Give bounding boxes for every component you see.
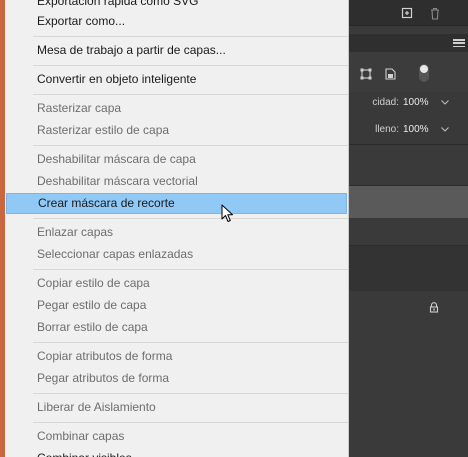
trash-icon[interactable] xyxy=(428,6,442,20)
menu-item-copiar-atributos-forma[interactable]: Copiar atributos de forma xyxy=(5,346,348,367)
layer-row-selected[interactable] xyxy=(349,186,468,218)
fill-label: lleno: xyxy=(375,123,399,135)
panel-toolbar xyxy=(349,0,468,26)
menu-item-combinar-capas[interactable]: Combinar capas xyxy=(5,426,348,447)
menu-separator xyxy=(33,218,348,219)
new-layer-icon[interactable] xyxy=(400,6,414,20)
menu-item-combinar-visibles[interactable]: Combinar visibles xyxy=(5,448,348,457)
menu-item-copiar-estilo-capa[interactable]: Copiar estilo de capa xyxy=(5,273,348,294)
menu-item-pegar-atributos-forma[interactable]: Pegar atributos de forma xyxy=(5,368,348,389)
lock-position-icon[interactable] xyxy=(359,67,373,81)
lock-artboard-icon[interactable] xyxy=(383,67,397,81)
menu-item-deshabilitar-mascara-capa[interactable]: Deshabilitar máscara de capa xyxy=(5,149,348,170)
menu-separator xyxy=(33,393,348,394)
menu-separator xyxy=(33,269,348,270)
fill-field[interactable]: lleno: 100% xyxy=(349,118,468,140)
menu-item-convertir-objeto-inteligente[interactable]: Convertir en objeto inteligente xyxy=(5,69,348,90)
lock-toolbar xyxy=(349,52,468,92)
menu-item-crear-mascara-recorte[interactable]: Crear máscara de recorte xyxy=(6,193,347,214)
menu-separator xyxy=(33,422,348,423)
menu-item-rasterizar-estilo[interactable]: Rasterizar estilo de capa xyxy=(5,120,348,141)
panel-tab-bar xyxy=(349,34,468,52)
layer-row[interactable] xyxy=(349,246,468,291)
mouse-cursor-icon xyxy=(221,204,233,222)
opacity-value[interactable]: 100% xyxy=(403,97,433,108)
panel-menu-icon[interactable] xyxy=(453,37,465,49)
menu-item-pegar-estilo-capa[interactable]: Pegar estilo de capa xyxy=(5,295,348,316)
opacity-label: cidad: xyxy=(372,96,399,108)
menu-item-exportar-como[interactable]: Exportar como... xyxy=(5,11,348,32)
chevron-down-icon[interactable] xyxy=(441,97,449,107)
menu-item-liberar-aislamiento[interactable]: Liberar de Aislamiento xyxy=(5,397,348,418)
menu-item-borrar-estilo-capa[interactable]: Borrar estilo de capa xyxy=(5,317,348,338)
lock-icon xyxy=(427,300,441,314)
fill-value[interactable]: 100% xyxy=(403,124,433,135)
filter-toggle[interactable] xyxy=(419,64,429,82)
menu-separator xyxy=(33,65,348,66)
menu-item-seleccionar-capas-enlazadas[interactable]: Seleccionar capas enlazadas xyxy=(5,244,348,265)
menu-separator xyxy=(33,342,348,343)
menu-separator xyxy=(33,145,348,146)
opacity-field[interactable]: cidad: 100% xyxy=(349,91,468,113)
context-menu: Exportación rápida como SVG Exportar com… xyxy=(5,0,349,457)
menu-item-deshabilitar-mascara-vectorial[interactable]: Deshabilitar máscara vectorial xyxy=(5,171,348,192)
menu-separator xyxy=(33,36,348,37)
chevron-down-icon[interactable] xyxy=(441,124,449,134)
menu-item-mesa-de-trabajo[interactable]: Mesa de trabajo a partir de capas... xyxy=(5,40,348,61)
layers-panel: cidad: 100% lleno: 100% xyxy=(349,0,468,457)
menu-separator xyxy=(33,94,348,95)
menu-item-rasterizar-capa[interactable]: Rasterizar capa xyxy=(5,98,348,119)
menu-item-enlazar-capas[interactable]: Enlazar capas xyxy=(5,222,348,243)
